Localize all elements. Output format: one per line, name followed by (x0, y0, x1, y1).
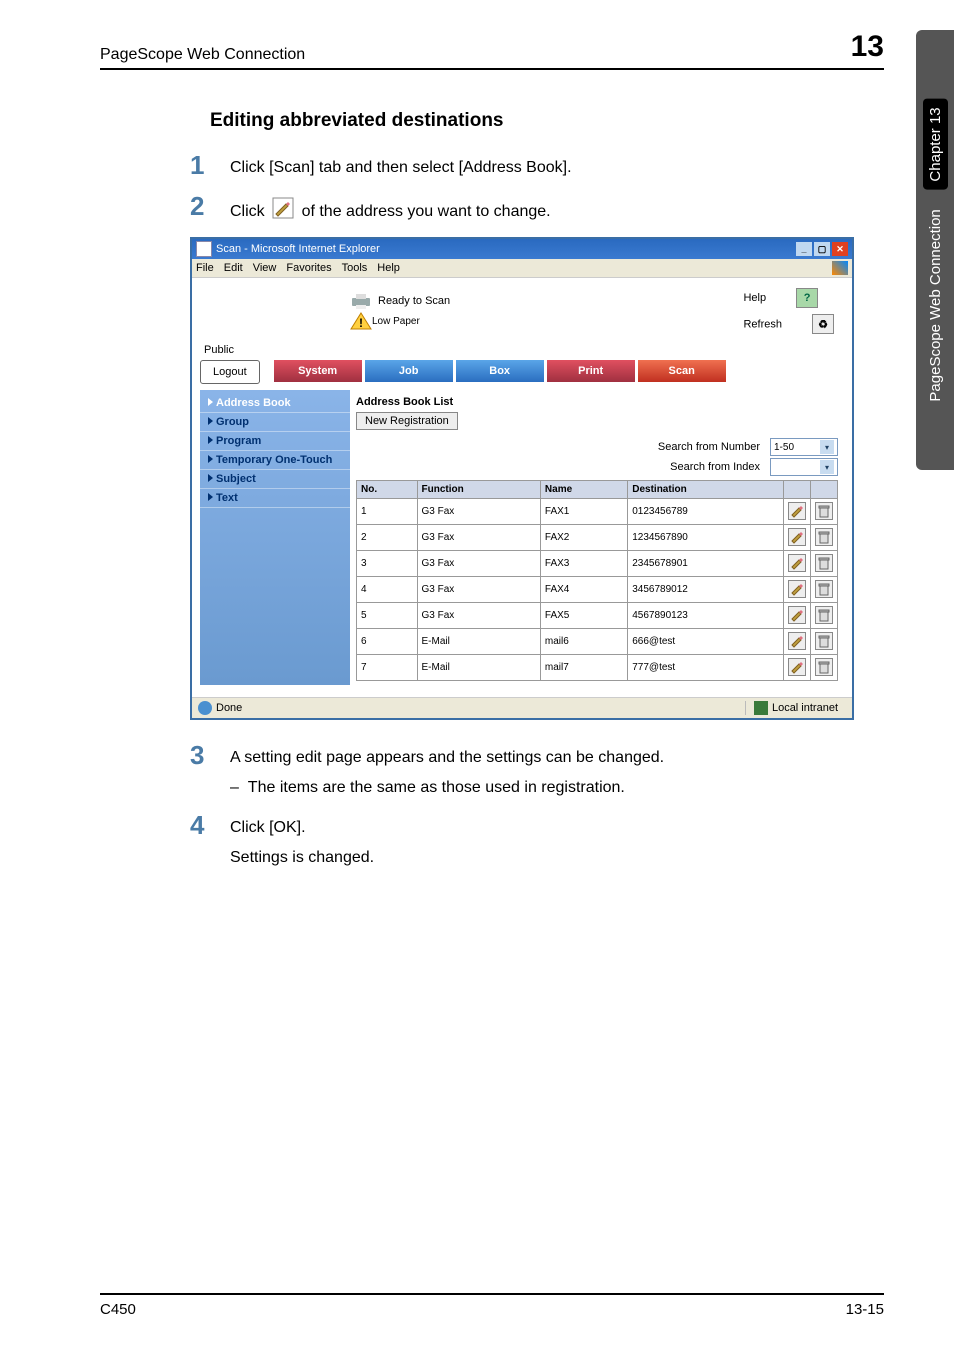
list-title: Address Book List (356, 396, 838, 408)
delete-icon[interactable] (815, 658, 833, 676)
section-title: Editing abbreviated destinations (210, 110, 884, 132)
delete-icon[interactable] (815, 528, 833, 546)
menu-help[interactable]: Help (377, 262, 400, 274)
help-link[interactable]: Help (743, 292, 766, 304)
menu-bar: File Edit View Favorites Tools Help (192, 259, 852, 278)
address-table: No. Function Name Destination 1G3 FaxFAX… (356, 480, 838, 681)
edit-icon[interactable] (788, 528, 806, 546)
tab-print[interactable]: Print (547, 360, 635, 382)
menu-tools[interactable]: Tools (342, 262, 368, 274)
done-icon (198, 701, 212, 715)
nav-temp-onetouch[interactable]: Temporary One-Touch (200, 451, 350, 470)
nav-program[interactable]: Program (200, 432, 350, 451)
page-footer: C450 13-15 (100, 1293, 884, 1318)
logout-button[interactable]: Logout (200, 360, 260, 384)
side-tab: PageScope Web Connection Chapter 13 (916, 30, 954, 470)
table-row: 1G3 FaxFAX10123456789 (357, 499, 838, 525)
table-row: 4G3 FaxFAX43456789012 (357, 577, 838, 603)
tab-system[interactable]: System (274, 360, 362, 382)
public-label: Public (204, 344, 844, 356)
delete-icon[interactable] (815, 554, 833, 572)
delete-icon[interactable] (815, 502, 833, 520)
table-row: 2G3 FaxFAX21234567890 (357, 525, 838, 551)
edit-icon[interactable] (788, 580, 806, 598)
edit-icon[interactable] (788, 502, 806, 520)
edit-icon (272, 197, 294, 227)
edit-icon[interactable] (788, 554, 806, 572)
step-1: 1 Click [Scan] tab and then select [Addr… (190, 150, 884, 181)
new-registration-button[interactable]: New Registration (356, 412, 458, 430)
printer-icon (350, 292, 372, 310)
page-header-product: PageScope Web Connection (100, 46, 305, 64)
side-product: PageScope Web Connection (927, 209, 944, 401)
page-header-chapter: 13 (851, 30, 884, 64)
nav-group[interactable]: Group (200, 413, 350, 432)
edit-icon[interactable] (788, 632, 806, 650)
help-icon[interactable]: ? (796, 288, 818, 308)
menu-file[interactable]: File (196, 262, 214, 274)
table-row: 5G3 FaxFAX54567890123 (357, 603, 838, 629)
nav-address-book[interactable]: Address Book (200, 394, 350, 413)
refresh-icon[interactable]: ♻ (812, 314, 834, 334)
menu-edit[interactable]: Edit (224, 262, 243, 274)
nav-text[interactable]: Text (200, 489, 350, 508)
ie-throbber-icon (832, 261, 848, 275)
delete-icon[interactable] (815, 606, 833, 624)
delete-icon[interactable] (815, 632, 833, 650)
menu-view[interactable]: View (253, 262, 277, 274)
search-index-label: Search from Index (670, 461, 760, 473)
side-nav: Address Book Group Program Temporary One… (200, 390, 350, 685)
side-chapter: Chapter 13 (923, 99, 948, 189)
close-button[interactable]: ✕ (832, 242, 848, 256)
edit-icon[interactable] (788, 606, 806, 624)
ie-icon (196, 241, 212, 257)
table-row: 7E-Mailmail7777@test (357, 655, 838, 681)
tab-box[interactable]: Box (456, 360, 544, 382)
search-number-select[interactable]: 1-50▾ (770, 438, 838, 456)
tab-job[interactable]: Job (365, 360, 453, 382)
lowpaper-label: Low Paper (372, 316, 420, 327)
step-4: 4 Click [OK]. Settings is changed. (190, 810, 884, 870)
edit-icon[interactable] (788, 658, 806, 676)
search-number-label: Search from Number (658, 441, 760, 453)
search-index-select[interactable]: ▾ (770, 458, 838, 476)
status-bar: Done Local intranet (192, 697, 852, 718)
menu-favorites[interactable]: Favorites (286, 262, 331, 274)
ready-label: Ready to Scan (378, 295, 450, 307)
chevron-down-icon: ▾ (820, 460, 834, 474)
delete-icon[interactable] (815, 580, 833, 598)
refresh-link[interactable]: Refresh (743, 319, 782, 331)
step-2: 2 Click of the address you want to chang… (190, 191, 884, 227)
table-row: 3G3 FaxFAX32345678901 (357, 551, 838, 577)
tab-scan[interactable]: Scan (638, 360, 726, 382)
window-titlebar: Scan - Microsoft Internet Explorer _ ▢ ✕ (192, 239, 852, 259)
chevron-down-icon: ▾ (820, 440, 834, 454)
step-3: 3 A setting edit page appears and the se… (190, 740, 884, 800)
intranet-icon (754, 701, 768, 715)
screenshot: Scan - Microsoft Internet Explorer _ ▢ ✕… (190, 237, 854, 720)
table-row: 6E-Mailmail6666@test (357, 629, 838, 655)
svg-text:!: ! (359, 316, 363, 330)
nav-subject[interactable]: Subject (200, 470, 350, 489)
warning-icon: ! (350, 312, 372, 330)
minimize-button[interactable]: _ (796, 242, 812, 256)
maximize-button[interactable]: ▢ (814, 242, 830, 256)
